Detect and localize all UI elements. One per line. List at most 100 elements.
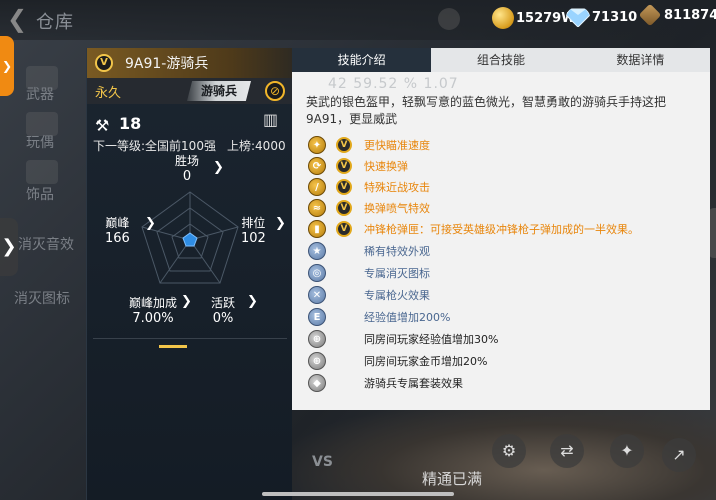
skill-row: ✦ V 更快瞄准速度: [308, 136, 698, 154]
skill-text: 专属枪火效果: [364, 289, 430, 302]
stat-peak: 巅峰 166: [105, 214, 130, 246]
skill-row: ★ 稀有特效外观: [308, 242, 698, 260]
skill-text: 换弹喷气特效: [364, 202, 430, 215]
stat-activity-label: 活跃: [211, 296, 236, 310]
stat-activity-value: 0%: [212, 311, 234, 326]
skill-row: ≈ V 换弹喷气特效: [308, 199, 698, 217]
rank-v-icon: V: [336, 137, 352, 153]
skill-text: 稀有特效外观: [364, 245, 430, 258]
skill-row: ⊕ 同房间玩家经验值增加30%: [308, 330, 698, 348]
star-icon: ★: [308, 242, 326, 260]
left-expand-arrow[interactable]: ❯: [0, 218, 18, 276]
accessory-nav-icon: [26, 160, 58, 184]
weapon-level: 18: [119, 114, 142, 133]
nav-item-dolls[interactable]: 玩偶: [26, 132, 86, 152]
skill-row: ▮ V 冲锋枪弹匣：可接受英雄级冲锋枪子弹加成的一半效果。: [308, 220, 698, 238]
diamond-balance[interactable]: 71310: [566, 7, 637, 27]
rank-v-icon: V: [336, 200, 352, 216]
stat-ranking: 排位 102: [241, 214, 266, 246]
peak-arrow-icon[interactable]: ❯: [145, 216, 156, 231]
skill-text: 冲锋枪弹匣：可接受英雄级冲锋枪子弹加成的一半效果。: [364, 223, 639, 236]
stat-peak-bonus: 巅峰加成 7.00%: [129, 294, 177, 326]
swap-button[interactable]: ⇄: [550, 434, 584, 468]
gold-coin-icon: [492, 7, 514, 29]
melee-icon: /: [308, 178, 326, 196]
stat-activity: 活跃 0%: [211, 294, 235, 326]
skill-panel: 技能介绍 组合技能 数据详情 42 59.52 % 1.07 英武的银色盔甲，轻…: [292, 48, 710, 410]
diamond-value: 71310: [592, 9, 638, 25]
exp-icon: E: [308, 308, 326, 326]
reload-icon: ⟳: [308, 157, 326, 175]
top-bar: ❮ 仓库 15279W 71310 811874: [0, 0, 716, 40]
nav-item-accessories[interactable]: 饰品: [26, 184, 86, 204]
tab-combo-skills[interactable]: 组合技能: [431, 48, 571, 72]
rank-v-icon: V: [336, 179, 352, 195]
token-balance[interactable]: 811874: [638, 3, 716, 27]
gold-balance[interactable]: 15279W: [492, 7, 576, 29]
radar-value-shape: [182, 232, 198, 247]
room-exp-icon: ⊕: [308, 330, 326, 348]
rank-v-icon: V: [95, 54, 113, 72]
nav-item-kill-icons[interactable]: 消灭图标: [14, 288, 74, 308]
stat-ranking-label: 排位: [241, 216, 266, 230]
stat-wins: 胜场 0: [175, 152, 199, 184]
bottom-area: 精通已满 ⚙ ⇄ ✦ ↗: [292, 410, 710, 500]
share-button[interactable]: ↗: [662, 438, 696, 472]
magazine-icon: ▮: [308, 220, 326, 238]
stat-wins-value: 0: [182, 169, 192, 184]
kill-icon: ◎: [308, 264, 326, 282]
nav-item-weapons[interactable]: 武器: [26, 84, 86, 104]
leaderboard-icon[interactable]: ▥: [263, 110, 278, 129]
tab-skill-intro[interactable]: 技能介绍: [292, 48, 432, 72]
stat-wins-label: 胜场: [175, 154, 200, 168]
restriction-icon[interactable]: ⊘: [265, 81, 285, 101]
skill-text: 同房间玩家经验值增加30%: [364, 333, 499, 346]
duration-label: 永久: [95, 86, 122, 101]
stat-peak-value: 166: [105, 231, 130, 246]
wins-arrow-icon[interactable]: ❯: [213, 160, 224, 175]
vs-mark: VS: [312, 454, 333, 470]
class-tag: 游骑兵: [187, 81, 251, 101]
settings-button[interactable]: ✦: [610, 434, 644, 468]
menu-button[interactable]: [438, 8, 460, 30]
stats-radar: 胜场 0 ❯ 巅峰 166 ❯ 排位 102 ❯ 巅峰加成 7.00% ❯ 活跃…: [87, 154, 293, 330]
faded-stats: 42 59.52 % 1.07: [328, 76, 459, 92]
skill-text: 专属消灭图标: [364, 267, 430, 280]
weapon-info-card: V 9A91-游骑兵 永久 游骑兵 ⊘ ⚒ 18 ▥ 下一等级:全国前100强 …: [86, 48, 293, 500]
rank-v-icon: V: [336, 221, 352, 237]
weapon-level-icon: ⚒: [95, 116, 110, 135]
page-title: 仓库: [36, 12, 74, 33]
nav-item-kill-sounds[interactable]: 消灭音效: [18, 234, 78, 254]
activity-arrow-icon[interactable]: ❯: [247, 294, 258, 309]
skill-row: ⊕ 同房间玩家金币增加20%: [308, 352, 698, 370]
stat-peak-bonus-label: 巅峰加成: [129, 296, 178, 310]
skill-text: 同房间玩家金币增加20%: [364, 355, 488, 368]
panel-tabs: 技能介绍 组合技能 数据详情: [292, 48, 710, 72]
tab-data-details[interactable]: 数据详情: [570, 48, 710, 72]
room-gold-icon: ⊕: [308, 352, 326, 370]
weapon-meta-row: 永久 游骑兵 ⊘: [87, 78, 293, 104]
home-indicator[interactable]: [262, 492, 454, 496]
peak-bonus-arrow-icon[interactable]: ❯: [181, 294, 192, 309]
skill-text: 快速换弹: [364, 160, 408, 173]
skill-row: ✕ 专属枪火效果: [308, 286, 698, 304]
skill-text: 游骑兵专属套装效果: [364, 377, 463, 390]
token-icon: [638, 3, 662, 27]
muzzle-fire-icon: ✕: [308, 286, 326, 304]
weapon-name: 9A91-游骑兵: [125, 56, 209, 72]
weapon-description: 英武的银色盔甲，轻飘写意的蓝色微光，智慧勇敢的游骑兵手持这把9A91，更显威武: [306, 95, 667, 126]
gear-button[interactable]: ⚙: [492, 434, 526, 468]
back-button[interactable]: ❮: [4, 6, 30, 32]
jet-effect-icon: ≈: [308, 199, 326, 217]
ranking-arrow-icon[interactable]: ❯: [275, 216, 286, 231]
stat-peak-label: 巅峰: [105, 216, 130, 230]
skill-text: 更快瞄准速度: [364, 139, 430, 152]
stat-peak-bonus-value: 7.00%: [132, 311, 174, 326]
page-indicator: [159, 345, 187, 348]
skill-row: ⟳ V 快速换弹: [308, 157, 698, 175]
mastery-status: 精通已满: [422, 470, 483, 488]
skill-row: ◆ 游骑兵专属套装效果: [308, 374, 698, 392]
side-expand-tab[interactable]: ❯: [0, 36, 14, 96]
skill-text: 经验值增加200%: [364, 311, 451, 324]
divider: [93, 338, 287, 339]
